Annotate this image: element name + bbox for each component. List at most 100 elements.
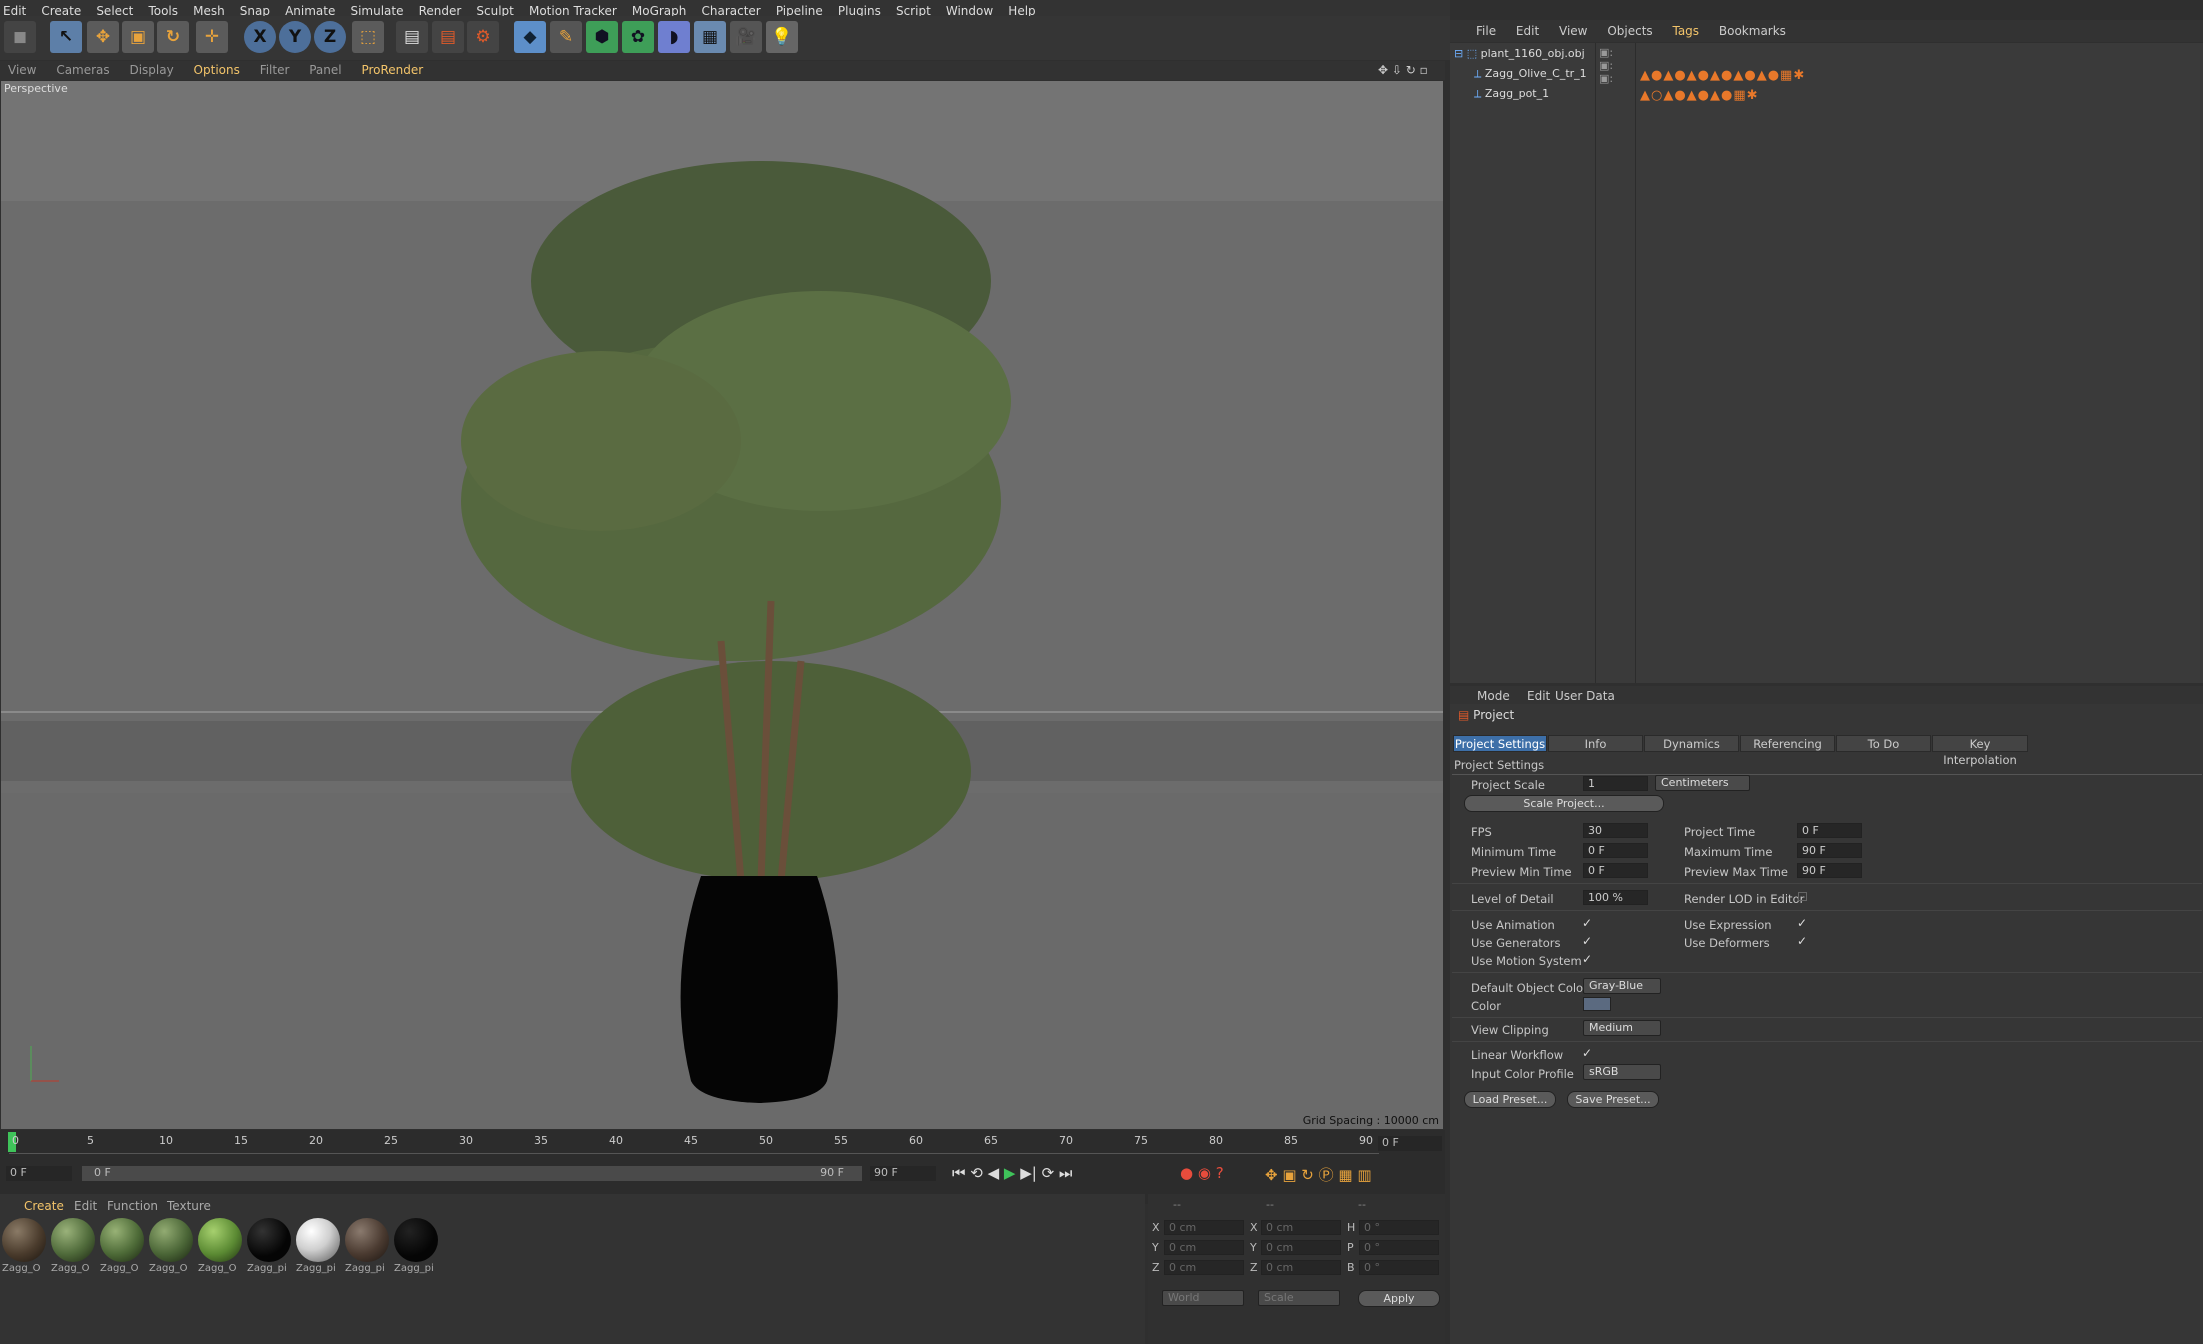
project-scale-field[interactable]: 1 (1583, 776, 1648, 791)
project-time-field[interactable]: 0 F (1797, 823, 1862, 838)
material-menu-function[interactable]: Function (107, 1199, 158, 1213)
material-menu-texture[interactable]: Texture (167, 1199, 211, 1213)
object-row[interactable]: ⊟ ⬚ plant_1160_obj.obj (1454, 47, 1585, 60)
scale-unit-dropdown[interactable]: Centimeters (1655, 775, 1750, 791)
material-swatch[interactable] (296, 1218, 340, 1262)
use-deformers-checkbox[interactable]: ✓ (1797, 935, 1809, 947)
material-swatch[interactable] (247, 1218, 291, 1262)
om-menu-objects[interactable]: Objects (1599, 20, 1660, 42)
tab-key-interpolation[interactable]: Key Interpolation (1932, 735, 2028, 767)
preview-max-field[interactable]: 90 F (1797, 863, 1862, 878)
object-row[interactable]: ⟂ Zagg_pot_1 (1474, 87, 1549, 101)
viewport-menu-display[interactable]: Display (121, 61, 181, 79)
am-menu-edit[interactable]: Edit (1527, 689, 1550, 703)
range-slider[interactable]: 0 F 90 F (82, 1166, 862, 1181)
tab-project-settings[interactable]: Project Settings (1453, 735, 1547, 752)
viewport-menu-cameras[interactable]: Cameras (48, 61, 117, 79)
position-x-field[interactable]: 0 cm (1164, 1220, 1244, 1235)
key-mode-icons[interactable]: ✥ ▣ ↻ Ⓟ ▦ ▥ (1265, 1164, 1372, 1185)
material-swatch[interactable] (345, 1218, 389, 1262)
floor-icon[interactable]: ▦ (694, 21, 726, 53)
material-swatch[interactable] (149, 1218, 193, 1262)
max-time-field[interactable]: 90 F (1797, 843, 1862, 858)
tab-dynamics[interactable]: Dynamics (1644, 735, 1739, 752)
om-menu-tags[interactable]: Tags (1664, 20, 1707, 42)
camera-icon[interactable]: 🎥 (730, 21, 762, 53)
playback-controls[interactable]: ⏮ ⟲ ◀ ▶ ▶| ⟳ ⏭ (952, 1164, 1072, 1182)
rotate-tool-icon[interactable]: ↻ (157, 21, 189, 53)
material-swatch[interactable] (394, 1218, 438, 1262)
current-frame-field[interactable]: 0 F (1378, 1136, 1442, 1151)
use-animation-checkbox[interactable]: ✓ (1582, 917, 1594, 929)
material-tags-row[interactable]: ▲○▲●▲●▲●▦✱ (1640, 88, 1759, 103)
undo-icon[interactable]: ◼ (4, 21, 36, 53)
material-swatch[interactable] (198, 1218, 242, 1262)
tab-to-do[interactable]: To Do (1836, 735, 1931, 752)
min-time-field[interactable]: 0 F (1583, 843, 1648, 858)
viewport-menu-options[interactable]: Options (186, 61, 248, 79)
render-lod-checkbox[interactable] (1798, 892, 1807, 901)
position-y-field[interactable]: 0 cm (1164, 1240, 1244, 1255)
rotation-h-field[interactable]: 0 ° (1359, 1220, 1439, 1235)
live-select-icon[interactable]: ✛ (196, 21, 228, 53)
om-menu-file[interactable]: File (1468, 20, 1504, 42)
visibility-toggles[interactable]: ▣: ▣: ▣: (1599, 46, 1613, 85)
deformer-icon[interactable]: ◗ (658, 21, 690, 53)
start-frame-field[interactable]: 0 F (6, 1166, 72, 1181)
pen-spline-icon[interactable]: ✎ (550, 21, 582, 53)
object-row[interactable]: ⟂ Zagg_Olive_C_tr_1 (1474, 67, 1587, 81)
render-view-icon[interactable]: ▤ (396, 21, 428, 53)
tab-info[interactable]: Info (1548, 735, 1643, 752)
viewport-menu-panel[interactable]: Panel (301, 61, 349, 79)
preview-min-field[interactable]: 0 F (1583, 863, 1648, 878)
scale-tool-icon[interactable]: ▣ (122, 21, 154, 53)
rotation-b-field[interactable]: 0 ° (1359, 1260, 1439, 1275)
render-settings-icon[interactable]: ⚙ (467, 21, 499, 53)
z-axis-icon[interactable]: Z (314, 21, 346, 53)
x-axis-icon[interactable]: X (244, 21, 276, 53)
coordinate-system-icon[interactable]: ⬚ (352, 21, 384, 53)
viewport-menu-prorender[interactable]: ProRender (353, 61, 431, 79)
cube-primitive-icon[interactable]: ◆ (514, 21, 546, 53)
size-z-field[interactable]: 0 cm (1261, 1260, 1341, 1275)
end-frame-field[interactable]: 90 F (870, 1166, 936, 1181)
use-expression-checkbox[interactable]: ✓ (1797, 917, 1809, 929)
linear-workflow-checkbox[interactable]: ✓ (1582, 1047, 1594, 1059)
use-generators-checkbox[interactable]: ✓ (1582, 935, 1594, 947)
viewport-menu-view[interactable]: View (0, 61, 44, 79)
record-keys-icons[interactable]: ● ◉ ? (1180, 1164, 1224, 1182)
om-menu-bookmarks[interactable]: Bookmarks (1711, 20, 1794, 42)
input-color-profile-dropdown[interactable]: sRGB (1583, 1064, 1661, 1080)
coordinate-mode-dropdown[interactable]: World (1162, 1290, 1244, 1306)
size-y-field[interactable]: 0 cm (1261, 1240, 1341, 1255)
array-generator-icon[interactable]: ✿ (622, 21, 654, 53)
3d-viewport[interactable]: Perspective Grid Spacing : 10000 cm (1, 81, 1443, 1129)
viewport-nav-icons[interactable]: ✥ ⇩ ↻ ▫ (1378, 63, 1428, 77)
material-swatch[interactable] (2, 1218, 46, 1262)
om-menu-view[interactable]: View (1551, 20, 1595, 42)
tab-referencing[interactable]: Referencing (1740, 735, 1835, 752)
timeline[interactable]: 0 F 0 F 0 F 90 F 90 F ⏮ ⟲ ◀ ▶ ▶| ⟳ ⏭ ● ◉ … (0, 1130, 1445, 1204)
load-preset-button[interactable]: Load Preset... (1464, 1091, 1556, 1108)
material-swatch[interactable] (51, 1218, 95, 1262)
material-menu-edit[interactable]: Edit (74, 1199, 97, 1213)
move-tool-icon[interactable]: ✥ (87, 21, 119, 53)
render-picture-viewer-icon[interactable]: ▤ (432, 21, 464, 53)
subdivision-icon[interactable]: ⬢ (586, 21, 618, 53)
default-color-dropdown[interactable]: Gray-Blue (1583, 978, 1661, 994)
y-axis-icon[interactable]: Y (279, 21, 311, 53)
view-clipping-dropdown[interactable]: Medium (1583, 1020, 1661, 1036)
select-tool-icon[interactable]: ↖ (50, 21, 82, 53)
light-icon[interactable]: 💡 (766, 21, 798, 53)
fps-field[interactable]: 30 (1583, 823, 1648, 838)
viewport-menu-filter[interactable]: Filter (252, 61, 298, 79)
material-swatch[interactable] (100, 1218, 144, 1262)
size-mode-dropdown[interactable]: Scale (1258, 1290, 1340, 1306)
size-x-field[interactable]: 0 cm (1261, 1220, 1341, 1235)
material-tags-row[interactable]: ▲●▲●▲●▲●▲●▲●▦✱ (1640, 68, 1805, 83)
material-menu-create[interactable]: Create (24, 1199, 64, 1213)
use-motion-system-checkbox[interactable]: ✓ (1582, 953, 1594, 965)
save-preset-button[interactable]: Save Preset... (1567, 1091, 1659, 1108)
om-menu-edit[interactable]: Edit (1508, 20, 1547, 42)
object-manager[interactable]: ⊟ ⬚ plant_1160_obj.obj ⟂ Zagg_Olive_C_tr… (1450, 43, 2203, 683)
